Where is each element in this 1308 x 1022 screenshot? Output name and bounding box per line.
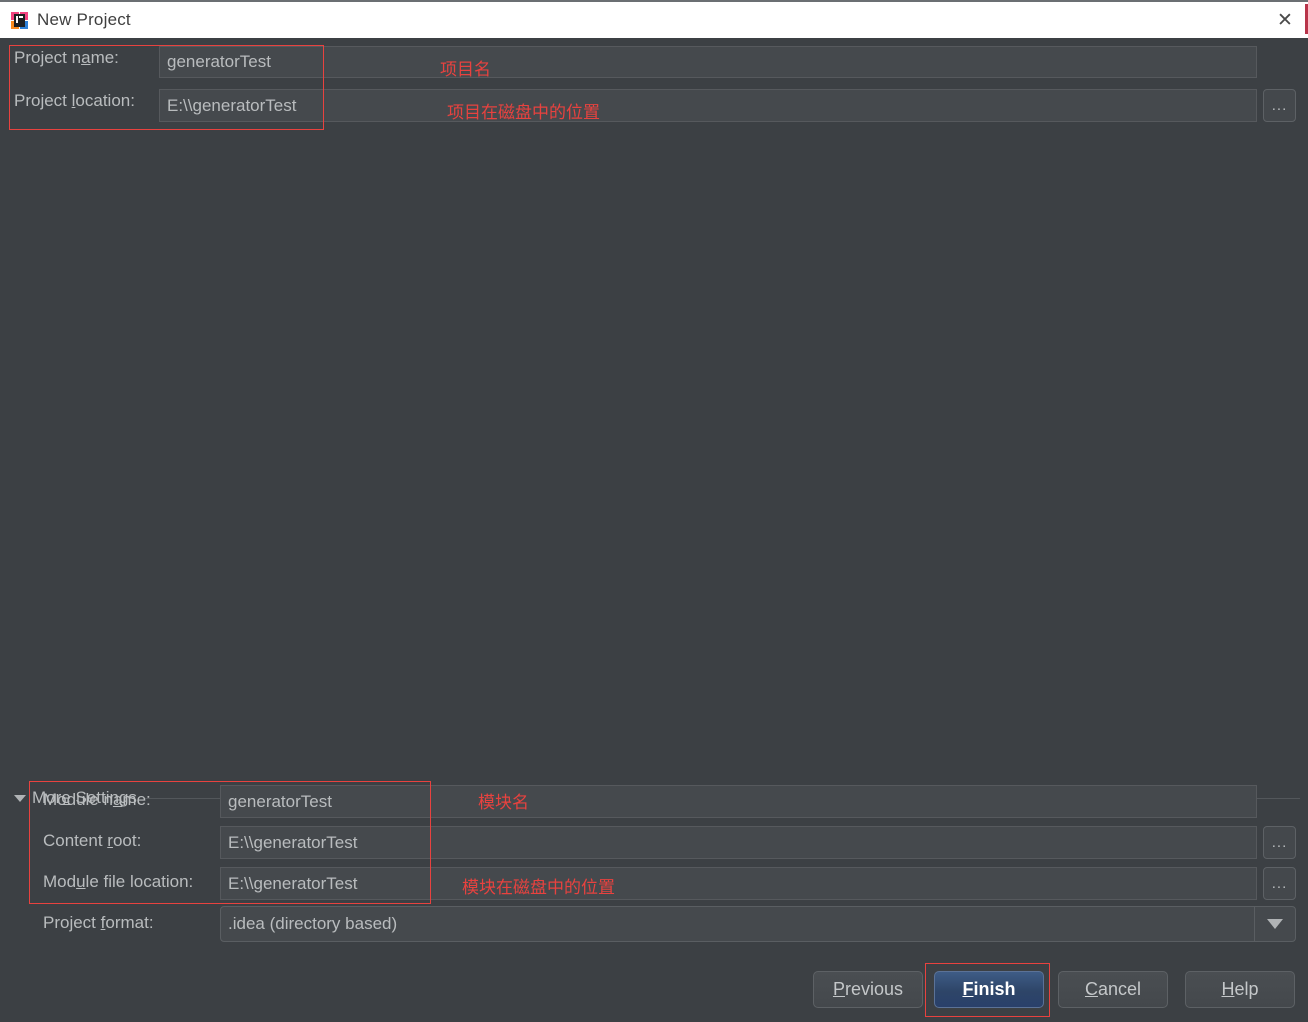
annotation-project-name: 项目名 <box>440 60 491 80</box>
annotation-project-location: 项目在磁盘中的位置 <box>447 103 600 123</box>
project-format-select[interactable]: .idea (directory based) <box>220 906 1296 942</box>
window-title: New Project <box>37 10 131 29</box>
module-file-location-input[interactable]: E:\\generatorTest <box>220 867 1257 900</box>
project-format-value: .idea (directory based) <box>228 914 398 933</box>
cancel-button[interactable]: Cancel <box>1058 971 1168 1008</box>
dialog-body: Project name: generatorTest Project loca… <box>0 38 1308 1022</box>
content-root-input[interactable]: E:\\generatorTest <box>220 826 1257 859</box>
module-file-location-label: Module file location: <box>43 872 194 891</box>
project-format-label: Project format: <box>43 913 154 932</box>
new-project-dialog: New Project ✕ Project name: generatorTes… <box>0 0 1308 1022</box>
title-bar: New Project ✕ <box>0 0 1308 38</box>
module-file-location-browse-button[interactable]: ... <box>1263 867 1296 900</box>
content-root-label: Content root: <box>43 831 142 850</box>
module-name-input[interactable]: generatorTest <box>220 785 1257 818</box>
project-name-label: Project name: <box>14 48 119 67</box>
intellij-idea-icon <box>11 11 28 29</box>
content-root-browse-button[interactable]: ... <box>1263 826 1296 859</box>
close-icon[interactable]: ✕ <box>1262 2 1308 38</box>
project-location-input[interactable]: E:\\generatorTest <box>159 89 1257 122</box>
finish-button[interactable]: Finish <box>934 971 1044 1008</box>
chevron-down-icon[interactable] <box>1254 907 1295 941</box>
help-button[interactable]: Help <box>1185 971 1295 1008</box>
project-location-label: Project location: <box>14 91 135 110</box>
previous-button[interactable]: Previous <box>813 971 923 1008</box>
triangle-down-icon <box>14 794 26 802</box>
annotation-module-location: 模块在磁盘中的位置 <box>462 878 615 898</box>
module-name-label: Module name: <box>43 790 151 809</box>
annotation-module-name: 模块名 <box>478 793 529 813</box>
project-name-input[interactable]: generatorTest <box>159 46 1257 78</box>
project-location-browse-button[interactable]: ... <box>1263 89 1296 122</box>
title-bar-controls: ✕ <box>1262 2 1308 38</box>
